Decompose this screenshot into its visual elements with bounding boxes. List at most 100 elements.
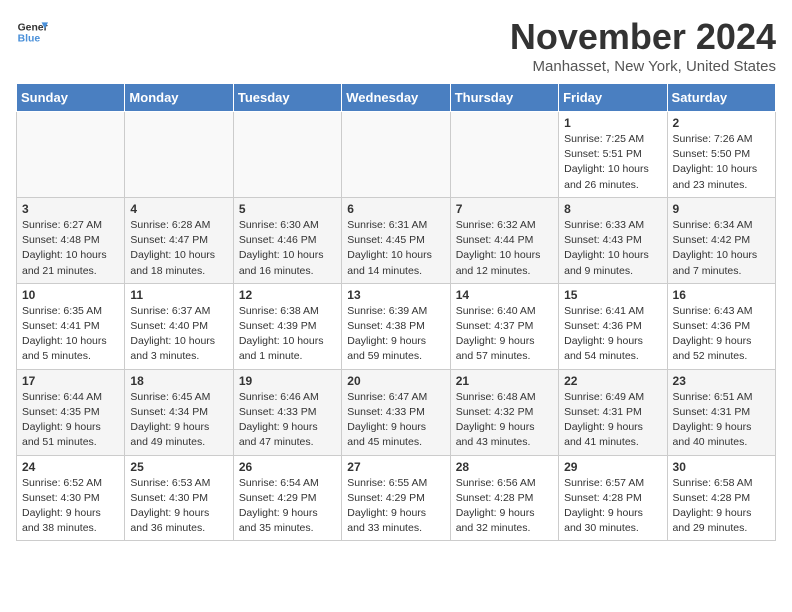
day-info: Sunrise: 6:32 AM Sunset: 4:44 PM Dayligh… (456, 218, 553, 279)
day-number: 5 (239, 202, 336, 216)
day-number: 18 (130, 374, 227, 388)
week-row-1: 1 Sunrise: 7:25 AM Sunset: 5:51 PM Daylig… (17, 112, 776, 198)
day-cell: 12 Sunrise: 6:38 AM Sunset: 4:39 PM Dayli… (233, 283, 341, 369)
day-info: Sunrise: 7:26 AM Sunset: 5:50 PM Dayligh… (673, 132, 770, 193)
day-cell: 20 Sunrise: 6:47 AM Sunset: 4:33 PM Dayli… (342, 369, 450, 455)
day-number: 22 (564, 374, 661, 388)
day-cell (342, 112, 450, 198)
day-cell: 25 Sunrise: 6:53 AM Sunset: 4:30 PM Dayli… (125, 455, 233, 541)
day-info: Sunrise: 6:58 AM Sunset: 4:28 PM Dayligh… (673, 476, 770, 537)
day-number: 13 (347, 288, 444, 302)
day-number: 7 (456, 202, 553, 216)
logo-icon: General Blue (16, 16, 48, 48)
day-cell: 14 Sunrise: 6:40 AM Sunset: 4:37 PM Dayli… (450, 283, 558, 369)
day-number: 21 (456, 374, 553, 388)
day-number: 15 (564, 288, 661, 302)
day-info: Sunrise: 6:39 AM Sunset: 4:38 PM Dayligh… (347, 304, 444, 365)
day-number: 14 (456, 288, 553, 302)
location-title: Manhasset, New York, United States (510, 58, 776, 75)
day-cell (125, 112, 233, 198)
day-cell: 22Sunrise: 6:49 AM Sunset: 4:31 PM Dayli… (559, 369, 667, 455)
day-info: Sunrise: 6:44 AM Sunset: 4:35 PM Dayligh… (22, 390, 119, 451)
day-number: 10 (22, 288, 119, 302)
day-number: 3 (22, 202, 119, 216)
day-number: 2 (673, 116, 770, 130)
day-info: Sunrise: 6:43 AM Sunset: 4:36 PM Dayligh… (673, 304, 770, 365)
day-number: 27 (347, 460, 444, 474)
title-area: November 2024 Manhasset, New York, Unite… (510, 16, 776, 75)
day-number: 23 (673, 374, 770, 388)
day-number: 20 (347, 374, 444, 388)
day-cell (17, 112, 125, 198)
day-cell: 1 Sunrise: 7:25 AM Sunset: 5:51 PM Daylig… (559, 112, 667, 198)
day-cell: 16 Sunrise: 6:43 AM Sunset: 4:36 PM Dayli… (667, 283, 775, 369)
day-header-thursday: Thursday (450, 84, 558, 112)
day-info: Sunrise: 6:38 AM Sunset: 4:39 PM Dayligh… (239, 304, 336, 365)
day-cell: 3 Sunrise: 6:27 AM Sunset: 4:48 PM Daylig… (17, 197, 125, 283)
day-cell: 26 Sunrise: 6:54 AM Sunset: 4:29 PM Dayli… (233, 455, 341, 541)
day-cell: 28Sunrise: 6:56 AM Sunset: 4:28 PM Dayli… (450, 455, 558, 541)
day-info: Sunrise: 7:25 AM Sunset: 5:51 PM Dayligh… (564, 132, 661, 193)
week-row-2: 3 Sunrise: 6:27 AM Sunset: 4:48 PM Daylig… (17, 197, 776, 283)
calendar-table: SundayMondayTuesdayWednesdayThursdayFrid… (16, 83, 776, 541)
day-cell: 21 Sunrise: 6:48 AM Sunset: 4:32 PM Dayli… (450, 369, 558, 455)
day-cell: 29 Sunrise: 6:57 AM Sunset: 4:28 PM Dayli… (559, 455, 667, 541)
month-title: November 2024 (510, 16, 776, 58)
day-number: 26 (239, 460, 336, 474)
day-info: Sunrise: 6:31 AM Sunset: 4:45 PM Dayligh… (347, 218, 444, 279)
day-cell: 5 Sunrise: 6:30 AM Sunset: 4:46 PM Daylig… (233, 197, 341, 283)
day-cell: 18 Sunrise: 6:45 AM Sunset: 4:34 PM Dayli… (125, 369, 233, 455)
day-info: Sunrise: 6:55 AM Sunset: 4:29 PM Dayligh… (347, 476, 444, 537)
day-info: Sunrise: 6:40 AM Sunset: 4:37 PM Dayligh… (456, 304, 553, 365)
day-info: Sunrise: 6:30 AM Sunset: 4:46 PM Dayligh… (239, 218, 336, 279)
day-cell: 15 Sunrise: 6:41 AM Sunset: 4:36 PM Dayli… (559, 283, 667, 369)
day-cell: 8 Sunrise: 6:33 AM Sunset: 4:43 PM Daylig… (559, 197, 667, 283)
day-info: Sunrise: 6:33 AM Sunset: 4:43 PM Dayligh… (564, 218, 661, 279)
day-number: 28 (456, 460, 553, 474)
week-row-3: 10Sunrise: 6:35 AM Sunset: 4:41 PM Dayli… (17, 283, 776, 369)
day-info: Sunrise: 6:28 AM Sunset: 4:47 PM Dayligh… (130, 218, 227, 279)
day-number: 30 (673, 460, 770, 474)
day-header-monday: Monday (125, 84, 233, 112)
day-number: 9 (673, 202, 770, 216)
day-info: Sunrise: 6:53 AM Sunset: 4:30 PM Dayligh… (130, 476, 227, 537)
day-number: 24 (22, 460, 119, 474)
day-info: Sunrise: 6:46 AM Sunset: 4:33 PM Dayligh… (239, 390, 336, 451)
day-cell: 11 Sunrise: 6:37 AM Sunset: 4:40 PM Dayli… (125, 283, 233, 369)
day-info: Sunrise: 6:48 AM Sunset: 4:32 PM Dayligh… (456, 390, 553, 451)
day-header-friday: Friday (559, 84, 667, 112)
day-header-wednesday: Wednesday (342, 84, 450, 112)
day-info: Sunrise: 6:45 AM Sunset: 4:34 PM Dayligh… (130, 390, 227, 451)
header-row: SundayMondayTuesdayWednesdayThursdayFrid… (17, 84, 776, 112)
day-info: Sunrise: 6:47 AM Sunset: 4:33 PM Dayligh… (347, 390, 444, 451)
day-cell: 24 Sunrise: 6:52 AM Sunset: 4:30 PM Dayli… (17, 455, 125, 541)
svg-text:Blue: Blue (18, 34, 41, 45)
day-number: 8 (564, 202, 661, 216)
day-cell (233, 112, 341, 198)
day-cell: 27 Sunrise: 6:55 AM Sunset: 4:29 PM Dayli… (342, 455, 450, 541)
day-cell: 19 Sunrise: 6:46 AM Sunset: 4:33 PM Dayli… (233, 369, 341, 455)
day-number: 17 (22, 374, 119, 388)
day-number: 19 (239, 374, 336, 388)
day-info: Sunrise: 6:37 AM Sunset: 4:40 PM Dayligh… (130, 304, 227, 365)
day-number: 25 (130, 460, 227, 474)
day-cell: 30 Sunrise: 6:58 AM Sunset: 4:28 PM Dayli… (667, 455, 775, 541)
day-cell: 13 Sunrise: 6:39 AM Sunset: 4:38 PM Dayli… (342, 283, 450, 369)
day-cell: 10Sunrise: 6:35 AM Sunset: 4:41 PM Dayli… (17, 283, 125, 369)
week-row-4: 17 Sunrise: 6:44 AM Sunset: 4:35 PM Dayli… (17, 369, 776, 455)
day-number: 29 (564, 460, 661, 474)
day-info: Sunrise: 6:41 AM Sunset: 4:36 PM Dayligh… (564, 304, 661, 365)
day-number: 16 (673, 288, 770, 302)
day-number: 11 (130, 288, 227, 302)
week-row-5: 24 Sunrise: 6:52 AM Sunset: 4:30 PM Dayli… (17, 455, 776, 541)
day-number: 1 (564, 116, 661, 130)
day-info: Sunrise: 6:54 AM Sunset: 4:29 PM Dayligh… (239, 476, 336, 537)
header: General Blue November 2024 Manhasset, Ne… (16, 16, 776, 75)
logo: General Blue (16, 16, 48, 48)
day-header-sunday: Sunday (17, 84, 125, 112)
day-number: 12 (239, 288, 336, 302)
day-info: Sunrise: 6:52 AM Sunset: 4:30 PM Dayligh… (22, 476, 119, 537)
day-header-saturday: Saturday (667, 84, 775, 112)
day-info: Sunrise: 6:27 AM Sunset: 4:48 PM Dayligh… (22, 218, 119, 279)
day-info: Sunrise: 6:57 AM Sunset: 4:28 PM Dayligh… (564, 476, 661, 537)
